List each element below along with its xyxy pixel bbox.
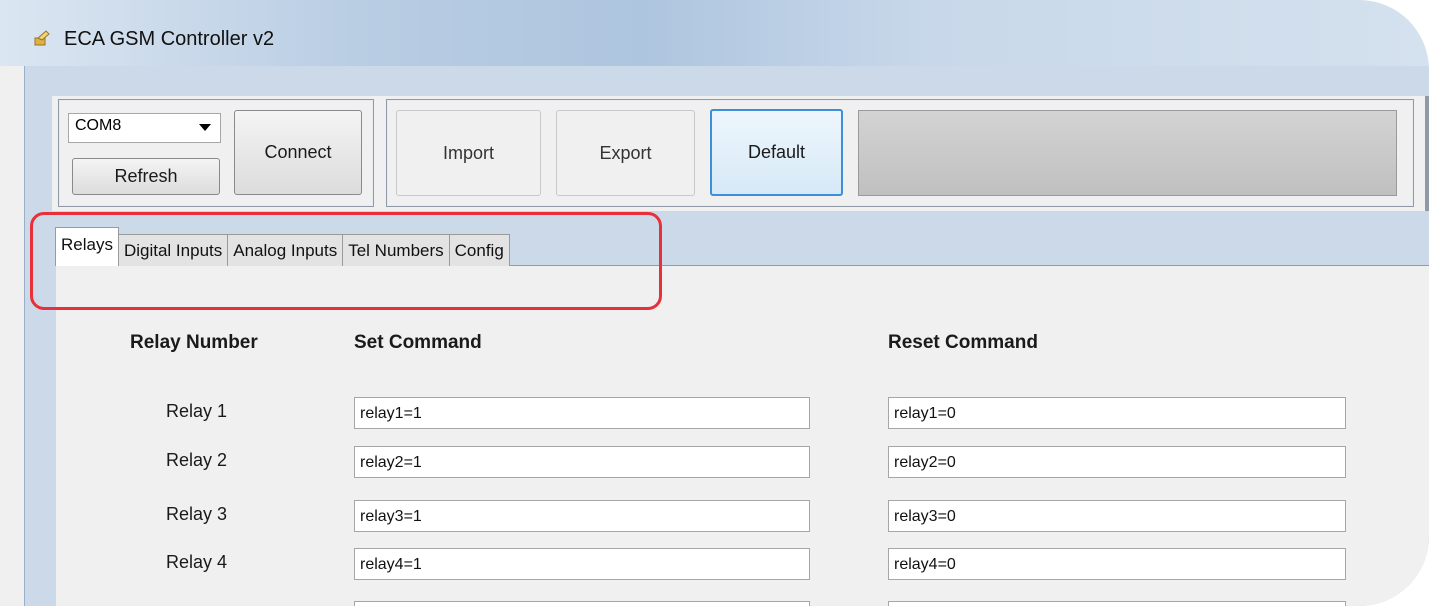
relay-5-reset-field[interactable] [888, 601, 1346, 606]
import-button[interactable]: Import [396, 110, 541, 196]
tab-relays[interactable]: Relays [55, 227, 119, 266]
connect-button[interactable]: Connect [234, 110, 362, 195]
chevron-down-icon [199, 124, 211, 131]
relay-1-label: Relay 1 [166, 401, 228, 421]
window-title: ECA GSM Controller v2 [64, 28, 275, 50]
default-button[interactable]: Default [710, 109, 843, 196]
relay-2-label: Relay 2 [166, 450, 228, 470]
relay-2-set-field[interactable]: relay2=1 [354, 446, 810, 478]
header-relay-number: Relay Number [130, 332, 258, 353]
relay-4-reset-field[interactable]: relay4=0 [888, 548, 1346, 580]
group-edge [1425, 96, 1429, 211]
relays-tab-page: Relay Number Set Command Reset Command R… [56, 265, 1429, 606]
relay-4-set-field[interactable]: relay4=1 [354, 548, 810, 580]
relay-4-label: Relay 4 [166, 552, 228, 572]
relay-1-reset-field[interactable]: relay1=0 [888, 397, 1346, 429]
relay-3-set-field[interactable]: relay3=1 [354, 500, 810, 532]
app-icon [34, 30, 50, 46]
relay-1-set-field[interactable]: relay1=1 [354, 397, 810, 429]
header-reset-command: Reset Command [888, 332, 1038, 353]
export-button[interactable]: Export [556, 110, 695, 196]
relay-2-reset-field[interactable]: relay2=0 [888, 446, 1346, 478]
com-port-select[interactable]: COM8 [68, 113, 221, 143]
header-set-command: Set Command [354, 332, 482, 353]
tabs-highlight-annotation [30, 212, 662, 310]
refresh-button[interactable]: Refresh [72, 158, 220, 195]
app-window: ECA GSM Controller v2 COM8 Refresh Conne… [0, 0, 1429, 606]
title-bar: ECA GSM Controller v2 [0, 0, 1429, 66]
status-progress-bar [858, 110, 1397, 196]
relay-3-label: Relay 3 [166, 504, 228, 524]
relay-5-set-field[interactable] [354, 601, 810, 606]
com-port-value: COM8 [75, 117, 122, 134]
relay-3-reset-field[interactable]: relay3=0 [888, 500, 1346, 532]
